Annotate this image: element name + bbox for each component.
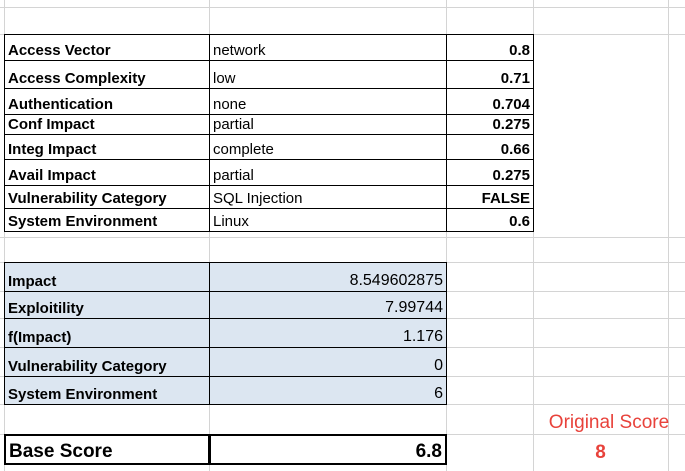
result-value-cell[interactable]: 8.549602875 bbox=[209, 262, 447, 292]
result-label-cell[interactable]: f(Impact) bbox=[4, 318, 210, 348]
param-value-cell[interactable]: partial bbox=[209, 114, 447, 135]
result-label-cell[interactable]: Impact bbox=[4, 262, 210, 292]
param-value-cell[interactable]: none bbox=[209, 88, 447, 115]
base-score-value[interactable]: 6.8 bbox=[209, 434, 447, 465]
param-value-cell[interactable]: partial bbox=[209, 159, 447, 186]
param-label-cell[interactable]: Vulnerability Category bbox=[4, 185, 210, 209]
param-number-cell[interactable]: 0.8 bbox=[446, 34, 534, 61]
result-label-cell[interactable]: System Environment bbox=[4, 376, 210, 405]
param-value-cell[interactable]: complete bbox=[209, 134, 447, 160]
result-label-cell[interactable]: Vulnerability Category bbox=[4, 347, 210, 377]
result-value-cell[interactable]: 7.99744 bbox=[209, 291, 447, 319]
result-value-cell[interactable]: 1.176 bbox=[209, 318, 447, 348]
original-score-value: 8 bbox=[595, 442, 606, 463]
base-score-label[interactable]: Base Score bbox=[4, 434, 210, 465]
param-number-cell[interactable]: FALSE bbox=[446, 185, 534, 209]
param-number-cell[interactable]: 0.66 bbox=[446, 134, 534, 160]
gridline bbox=[0, 7, 685, 8]
param-number-cell[interactable]: 0.6 bbox=[446, 208, 534, 232]
param-label-cell[interactable]: System Environment bbox=[4, 208, 210, 232]
param-label-cell[interactable]: Conf Impact bbox=[4, 114, 210, 135]
param-number-cell[interactable]: 0.275 bbox=[446, 159, 534, 186]
param-label-cell[interactable]: Integ Impact bbox=[4, 134, 210, 160]
param-value-cell[interactable]: Linux bbox=[209, 208, 447, 232]
param-number-cell[interactable]: 0.71 bbox=[446, 60, 534, 89]
gridline bbox=[0, 237, 685, 238]
param-label-cell[interactable]: Access Vector bbox=[4, 34, 210, 61]
result-value-cell[interactable]: 0 bbox=[209, 347, 447, 377]
param-number-cell[interactable]: 0.275 bbox=[446, 114, 534, 135]
param-value-cell[interactable]: network bbox=[209, 34, 447, 61]
param-number-cell[interactable]: 0.704 bbox=[446, 88, 534, 115]
gridline bbox=[668, 0, 669, 471]
param-label-cell[interactable]: Avail Impact bbox=[4, 159, 210, 186]
param-value-cell[interactable]: SQL Injection bbox=[209, 185, 447, 209]
result-label-cell[interactable]: Exploitility bbox=[4, 291, 210, 319]
param-value-cell[interactable]: low bbox=[209, 60, 447, 89]
param-label-cell[interactable]: Access Complexity bbox=[4, 60, 210, 89]
result-value-cell[interactable]: 6 bbox=[209, 376, 447, 405]
original-score-label: Original Score bbox=[548, 412, 670, 433]
param-label-cell[interactable]: Authentication bbox=[4, 88, 210, 115]
